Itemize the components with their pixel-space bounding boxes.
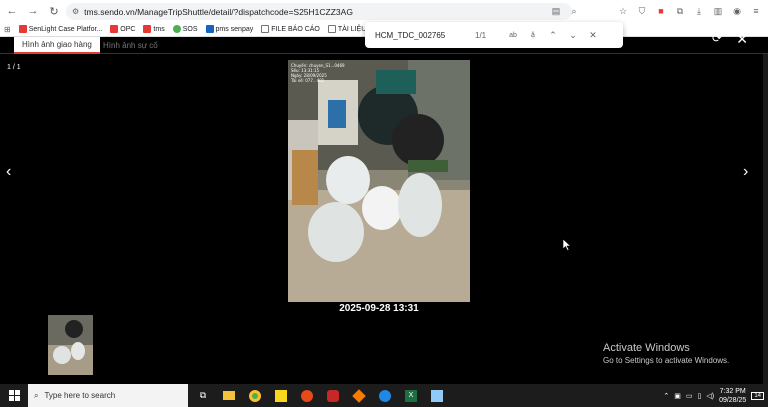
clock-date: 09/28/25 <box>719 396 747 404</box>
photo-thumbnail[interactable] <box>48 315 93 375</box>
activate-windows-watermark: Activate Windows Go to Settings to activ… <box>603 342 729 365</box>
tab-delivery-images[interactable]: Hình ảnh giao hàng <box>14 37 100 54</box>
delivery-photo-art <box>288 60 470 302</box>
folder-icon <box>261 25 270 33</box>
excel-icon[interactable]: X <box>400 384 422 407</box>
chrome-icon[interactable] <box>244 384 266 407</box>
apps-icon[interactable]: ⊞ <box>4 25 11 34</box>
bookmark-favicon-icon <box>143 25 152 33</box>
prev-image-icon[interactable]: ‹ <box>6 163 11 181</box>
bookmark-favicon-icon <box>172 25 181 33</box>
battery-icon[interactable]: ▯ <box>697 392 701 400</box>
app-red-icon[interactable] <box>322 384 344 407</box>
page-scrollbar[interactable] <box>763 54 768 384</box>
find-count: 1/1 <box>475 30 487 40</box>
volume-icon[interactable]: ◁) <box>706 392 714 400</box>
photo-overlay-line: Tài xế: 077...401 <box>291 78 325 83</box>
taskbar-clock[interactable]: 7:32 PM 09/28/25 <box>719 387 746 405</box>
app-blue-icon[interactable] <box>426 384 448 407</box>
bookmark-tms[interactable]: tms <box>143 25 165 33</box>
star-icon[interactable]: ☆ <box>615 3 631 19</box>
system-tray: ⌃ ▣ ▭ ▯ ◁) 7:32 PM 09/28/25 14 <box>663 384 768 407</box>
download-icon[interactable]: ⤓ <box>691 3 707 19</box>
mouse-cursor-icon <box>563 239 571 251</box>
windows-start-icon[interactable] <box>0 384 28 407</box>
bookmark-tai-lieu[interactable]: TÀI LIỆU <box>327 25 366 33</box>
sidepanel-icon[interactable]: ▥ <box>710 3 726 19</box>
bookmark-favicon-icon <box>110 25 119 33</box>
match-diacritics-button[interactable]: ặ <box>523 32 543 39</box>
shield-icon[interactable]: ⛉ <box>634 3 650 19</box>
taskbar: ⌕ Type here to search ⧉ X ⌃ ▣ ▭ ▯ ◁) 7:3… <box>0 384 768 407</box>
find-prev-icon[interactable]: ⌃ <box>543 30 563 41</box>
back-icon[interactable]: ← <box>3 2 21 20</box>
browser-toolbar: ← → ↻ ⚙ tms.sendo.vn/ManageTripShuttle/d… <box>0 0 768 22</box>
find-input[interactable]: HCM_TDC_002765 <box>375 31 475 40</box>
find-next-icon[interactable]: ⌄ <box>563 30 583 41</box>
app-orange-icon[interactable] <box>348 384 370 407</box>
tray-chevron-icon[interactable]: ⌃ <box>663 392 669 400</box>
task-view-icon[interactable]: ⧉ <box>192 384 214 407</box>
folder-icon <box>327 25 336 33</box>
bookmark-senlight[interactable]: SenLight Case Platfor... <box>18 25 102 33</box>
menu-icon[interactable]: ≡ <box>748 3 764 19</box>
image-counter: 1 / 1 <box>7 64 21 71</box>
extension-red-icon[interactable]: ■ <box>653 3 669 19</box>
bookmark-opc[interactable]: OPC <box>110 25 135 33</box>
bookmark-file-bao-cao[interactable]: FILE BÁO CÁO <box>261 25 320 33</box>
forward-icon[interactable]: → <box>24 2 42 20</box>
find-close-icon[interactable]: ✕ <box>583 30 603 41</box>
page-icon[interactable]: ▤ <box>548 3 564 19</box>
taskbar-search-input[interactable]: ⌕ Type here to search <box>28 384 188 407</box>
search-placeholder: Type here to search <box>44 391 116 400</box>
office-icon[interactable] <box>296 384 318 407</box>
windows-logo-icon <box>8 390 20 401</box>
delivery-photo: Chuyến: chuyen_S1...0469 Sếu: 13:31:15 N… <box>288 60 470 302</box>
bookmark-favicon-icon <box>18 25 27 33</box>
extensions-icon[interactable]: ⧉ <box>672 3 688 19</box>
file-explorer-icon[interactable] <box>218 384 240 407</box>
profile-icon[interactable]: ◉ <box>729 3 745 19</box>
tab-incident-images[interactable]: Hình ảnh sự cố <box>95 37 166 54</box>
bookmark-pms-senpay[interactable]: pms senpay <box>205 25 253 33</box>
close-icon[interactable]: ✕ <box>736 31 748 48</box>
bookmark-sos[interactable]: SOS <box>172 25 198 33</box>
notification-icon[interactable]: 14 <box>751 391 764 400</box>
site-info-icon[interactable]: ⚙ <box>72 7 79 16</box>
tray-app-icon[interactable]: ▣ <box>674 392 681 400</box>
network-icon[interactable]: ▭ <box>686 392 693 400</box>
zoom-icon[interactable]: ⌕ <box>566 3 582 19</box>
address-bar[interactable]: ⚙ tms.sendo.vn/ManageTripShuttle/detail/… <box>66 3 572 20</box>
clock-time: 7:32 PM <box>719 387 746 395</box>
bookmark-favicon-icon <box>205 25 214 33</box>
activate-subtitle: Go to Settings to activate Windows. <box>603 356 730 365</box>
thumbnail-art <box>48 315 93 375</box>
activate-title: Activate Windows <box>603 342 690 354</box>
match-case-button[interactable]: ab <box>503 32 523 39</box>
search-icon: ⌕ <box>34 390 39 400</box>
sticky-notes-icon[interactable] <box>270 384 292 407</box>
url-text: tms.sendo.vn/ManageTripShuttle/detail/?d… <box>84 6 353 17</box>
next-image-icon[interactable]: › <box>743 163 748 181</box>
find-bar: HCM_TDC_002765 1/1 ab ặ ⌃ ⌄ ✕ <box>365 22 623 48</box>
rotate-icon[interactable]: ⟳ <box>712 31 722 45</box>
edge-icon[interactable] <box>374 384 396 407</box>
reload-icon[interactable]: ↻ <box>45 2 63 20</box>
photo-timestamp: 2025-09-28 13:31 <box>339 303 419 314</box>
